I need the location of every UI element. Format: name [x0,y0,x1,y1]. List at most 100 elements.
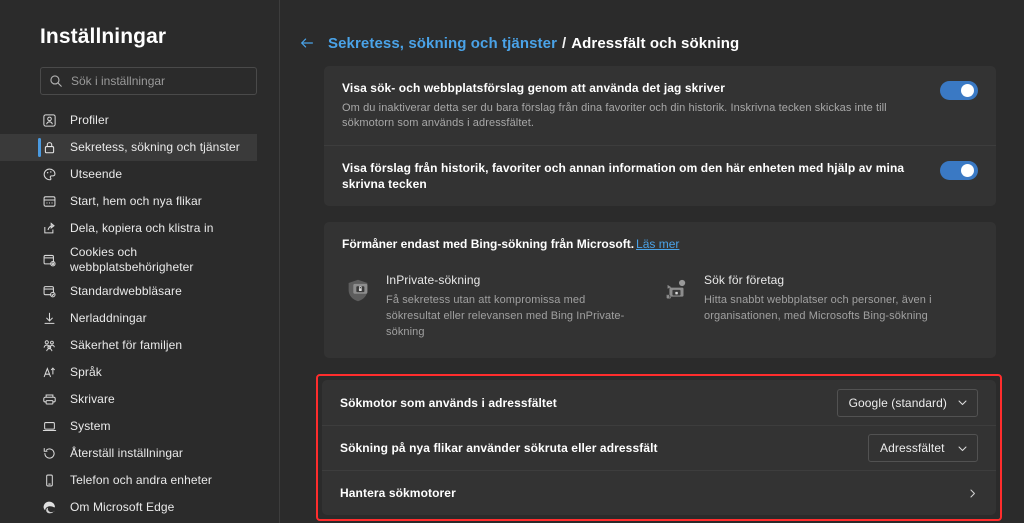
sidebar-nav: Profiler Sekretess, sökning och tjänster [0,107,279,521]
sidebar-item-label: Skrivare [70,392,115,406]
toggle-knob [961,84,974,97]
chevron-right-icon [967,488,978,499]
setting-row-show-suggestions: Visa sök- och webbplatsförslag genom att… [324,66,996,145]
laptop-icon [40,418,58,436]
reset-arrow-icon [40,445,58,463]
sidebar-item-cookies[interactable]: Cookies och webbplatsbehörigheter [0,242,257,278]
sidebar-item-sakerhet-familjen[interactable]: Säkerhet för familjen [0,332,257,359]
sidebar-item-system[interactable]: System [0,413,257,440]
business-search-icon [660,274,692,306]
sidebar-item-label: Sekretess, sökning och tjänster [70,140,240,154]
suggestions-card: Visa sök- och webbplatsförslag genom att… [324,66,996,206]
sidebar-item-standardwebblasare[interactable]: Standardwebbläsare [0,278,257,305]
setting-description: Om du inaktiverar detta ser du bara förs… [342,102,887,129]
sidebar-item-label: Dela, kopiera och klistra in [70,221,214,235]
edge-logo-icon [40,499,58,517]
default-browser-check-icon [40,283,58,301]
sidebar-item-nerladdningar[interactable]: Nerladdningar [0,305,257,332]
family-people-icon [40,337,58,355]
toggle-history-suggestions[interactable] [940,161,978,180]
bing-promo-heading-text: Förmåner endast med Bing-sökning från Mi… [342,237,635,251]
setting-text: Visa sök- och webbplatsförslag genom att… [342,80,940,131]
page-title: Inställningar [40,25,167,48]
sidebar-item-dela-kopiera[interactable]: Dela, kopiera och klistra in [0,215,257,242]
language-a-icon [40,364,58,382]
breadcrumb-current: Adressfält och sökning [571,34,740,52]
dropdown-new-tab-search-uses[interactable]: Adressfältet [868,434,978,462]
read-more-link[interactable]: Läs mer [636,237,679,251]
sidebar-item-telefon[interactable]: Telefon och andra enheter [0,467,257,494]
sidebar-item-sekretess[interactable]: Sekretess, sökning och tjänster [0,134,257,161]
sidebar-item-label: System [70,419,111,433]
bing-promo-grid: InPrivate-sökning Få sekretess utan att … [342,272,978,340]
sidebar-item-sprak[interactable]: Språk [0,359,257,386]
sidebar-item-profiler[interactable]: Profiler [0,107,257,134]
sidebar-item-label: Standardwebbläsare [70,284,182,298]
sidebar-item-label: Återställ inställningar [70,446,184,460]
setting-title: Visa sök- och webbplatsförslag genom att… [342,81,725,95]
bing-promo-card: Förmåner endast med Bing-sökning från Mi… [324,222,996,358]
promo-title: InPrivate-sökning [386,273,481,287]
printer-icon [40,391,58,409]
promo-description: Hitta snabbt webbplatser och personer, ä… [704,294,932,322]
sidebar-item-utseende[interactable]: Utseende [0,161,257,188]
sidebar-item-label: Profiler [70,113,109,127]
back-arrow-icon[interactable] [294,30,320,56]
promo-body: Sök för företag Hitta snabbt webbplatser… [704,272,954,324]
download-arrow-icon [40,310,58,328]
row-label: Hantera sökmotorer [340,486,456,500]
toggle-show-suggestions[interactable] [940,81,978,100]
lock-icon [40,139,58,157]
sidebar-item-skrivare[interactable]: Skrivare [0,386,257,413]
dropdown-value: Google (standard) [848,395,947,410]
sidebar-item-label: Cookies och webbplatsbehörigheter [70,245,194,274]
palette-icon [40,166,58,184]
sidebar-item-label: Språk [70,365,102,379]
search-icon [49,74,63,88]
sidebar-item-om-edge[interactable]: Om Microsoft Edge [0,494,257,521]
search-input[interactable] [71,68,248,94]
row-label: Sökmotor som används i adressfältet [340,395,557,410]
dropdown-default-search-engine[interactable]: Google (standard) [836,388,978,417]
breadcrumb: Sekretess, sökning och tjänster / Adress… [280,0,1024,56]
profile-card-icon [40,112,58,130]
chevron-down-icon [957,397,968,408]
inprivate-shield-lock-icon [342,274,374,306]
setting-row-history-suggestions: Visa förslag från historik, favoriter oc… [324,145,996,206]
browser-window-icon [40,193,58,211]
sidebar-item-label: Säkerhet för familjen [70,338,183,352]
highlight-outline: Sökmotor som används i adressfältet Goog… [316,374,1002,521]
sidebar: Inställningar Profiler [0,0,280,523]
sidebar-item-aterstall[interactable]: Återställ inställningar [0,440,257,467]
content-area: Sekretess, sökning och tjänster / Adress… [280,0,1024,523]
sidebar-item-label: Om Microsoft Edge [70,500,175,514]
promo-item-inprivate: InPrivate-sökning Få sekretess utan att … [342,272,660,340]
settings-search[interactable] [40,67,257,95]
sidebar-item-label: Nerladdningar [70,311,147,325]
settings-app: Inställningar Profiler [0,0,1024,523]
settings-cards: Visa sök- och webbplatsförslag genom att… [280,56,1010,521]
bing-promo-heading: Förmåner endast med Bing-sökning från Mi… [342,236,978,252]
phone-icon [40,472,58,490]
sidebar-item-label: Start, hem och nya flikar [70,194,202,208]
promo-description: Få sekretess utan att kompromissa med sö… [386,294,625,338]
row-manage-search-engines[interactable]: Hantera sökmotorer [322,470,996,515]
search-engine-card: Sökmotor som används i adressfältet Goog… [322,380,996,515]
promo-body: InPrivate-sökning Få sekretess utan att … [386,272,636,340]
row-label: Sökning på nya flikar använder sökruta e… [340,441,658,455]
promo-title: Sök för företag [704,273,785,287]
chevron-down-icon [957,443,968,454]
setting-text: Visa förslag från historik, favoriter oc… [342,160,940,192]
breadcrumb-separator: / [562,34,567,52]
row-default-search-engine: Sökmotor som används i adressfältet Goog… [322,380,996,425]
share-icon [40,220,58,238]
promo-item-business: Sök för företag Hitta snabbt webbplatser… [660,272,978,340]
row-new-tab-search-uses: Sökning på nya flikar använder sökruta e… [322,425,996,470]
sidebar-item-start-hem-nya-flikar[interactable]: Start, hem och nya flikar [0,188,257,215]
cookie-settings-icon [40,251,58,269]
dropdown-value: Adressfältet [880,441,945,455]
setting-title: Visa förslag från historik, favoriter oc… [342,161,905,191]
breadcrumb-parent-link[interactable]: Sekretess, sökning och tjänster [328,35,557,52]
sidebar-item-label: Telefon och andra enheter [70,473,212,487]
sidebar-item-label: Utseende [70,167,123,181]
